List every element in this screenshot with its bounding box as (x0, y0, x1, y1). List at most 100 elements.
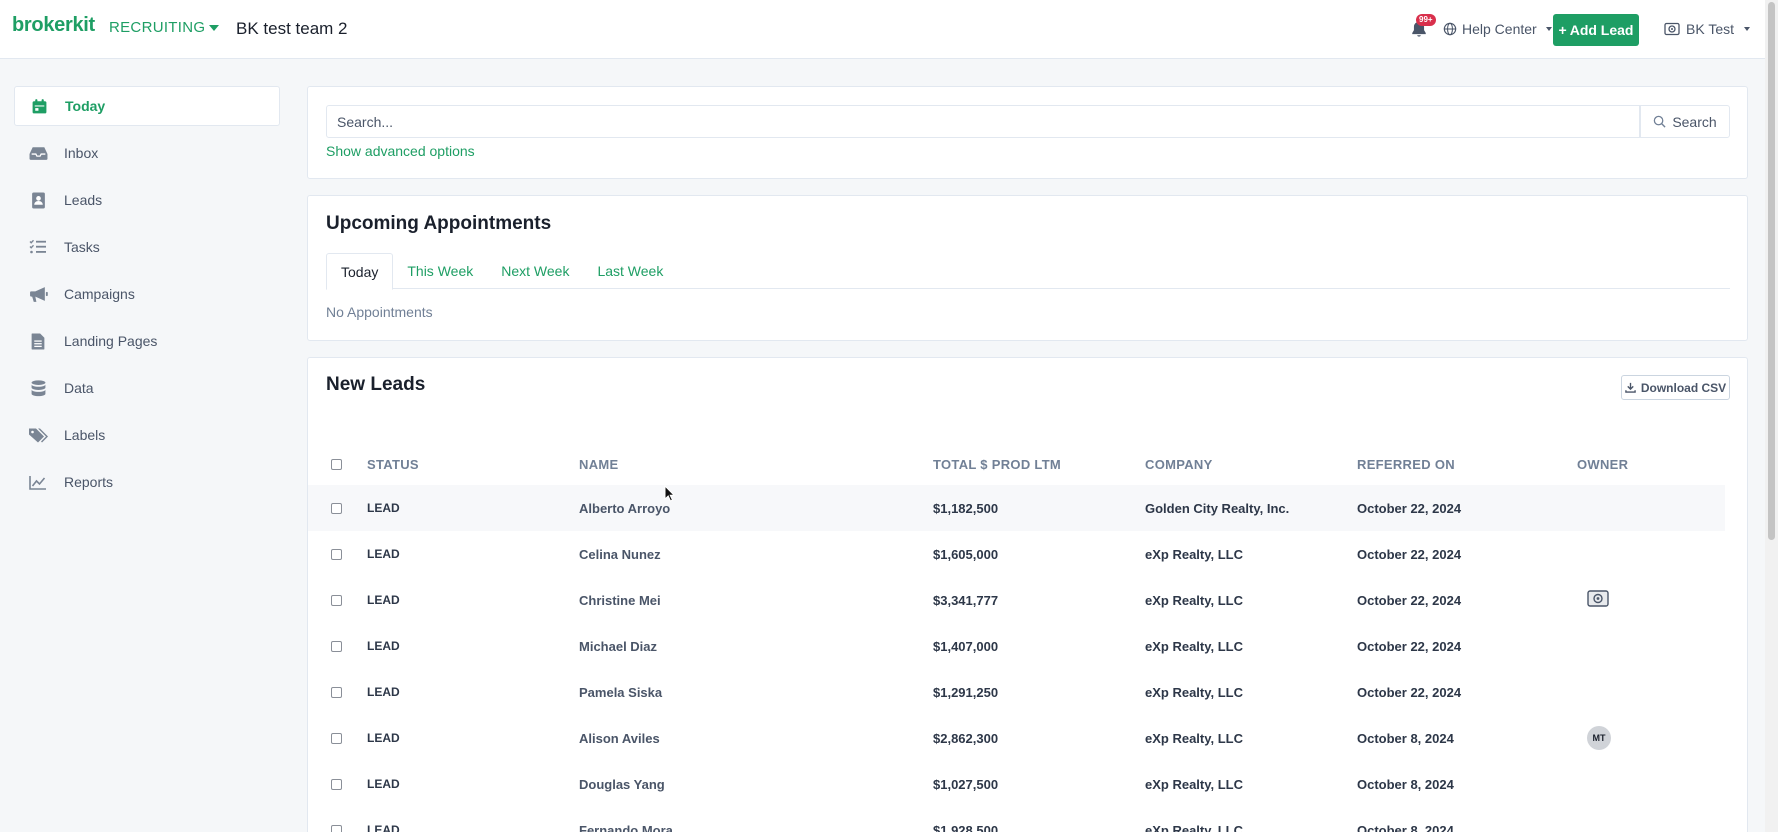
company-cell: Golden City Realty, Inc. (1145, 500, 1290, 516)
sidebar-item-inbox[interactable]: Inbox (14, 133, 280, 173)
total-cell: $1,291,250 (933, 684, 999, 700)
total-cell: $3,341,777 (933, 592, 999, 608)
column-header-total[interactable]: TOTAL $ PROD LTM (933, 457, 1145, 472)
referred-cell: October 22, 2024 (1357, 638, 1462, 654)
top-navbar: brokerkit RECRUITING BK test team 2 99+ … (0, 0, 1765, 59)
table-row[interactable]: LEAD Pamela Siska $1,291,250 eXp Realty,… (308, 669, 1725, 715)
table-row[interactable]: LEAD Alberto Arroyo $1,182,500 Golden Ci… (308, 485, 1725, 531)
referred-cell: October 22, 2024 (1357, 592, 1462, 608)
new-leads-card: New Leads Download CSV STATUS NAME TOTAL… (307, 357, 1748, 832)
row-checkbox[interactable] (331, 548, 342, 560)
appointments-tabs: Today This Week Next Week Last Week (326, 253, 1730, 290)
lead-name-link[interactable]: Christine Mei (579, 593, 933, 608)
inbox-icon (28, 143, 48, 163)
search-input[interactable] (326, 105, 1640, 138)
notification-badge: 99+ (1416, 14, 1436, 26)
table-row[interactable]: LEAD Alison Aviles $2,862,300 eXp Realty… (308, 715, 1725, 761)
leads-table-header: STATUS NAME TOTAL $ PROD LTM COMPANY REF… (308, 443, 1725, 485)
column-header-owner[interactable]: OWNER (1577, 457, 1725, 472)
lead-name-link[interactable]: Fernando Mora (579, 823, 933, 832)
row-checkbox[interactable] (331, 686, 342, 698)
referred-cell: October 8, 2024 (1357, 730, 1454, 746)
help-center-label: Help Center (1462, 21, 1537, 37)
sidebar-item-today[interactable]: Today (14, 86, 280, 126)
sidebar-item-label: Campaigns (64, 286, 135, 302)
referred-cell: October 8, 2024 (1357, 822, 1454, 832)
row-checkbox[interactable] (331, 732, 342, 744)
lead-name-link[interactable]: Celina Nunez (579, 547, 933, 562)
table-row[interactable]: LEAD Fernando Mora $1,928,500 eXp Realty… (308, 807, 1725, 832)
scrollbar-thumb[interactable] (1768, 2, 1775, 540)
row-checkbox[interactable] (331, 824, 342, 832)
module-dropdown[interactable]: RECRUITING (109, 19, 220, 36)
table-row[interactable]: LEAD Michael Diaz $1,407,000 eXp Realty,… (308, 623, 1725, 669)
company-cell: eXp Realty, LLC (1145, 776, 1244, 792)
sidebar-item-labels[interactable]: Labels (14, 415, 280, 455)
company-cell: eXp Realty, LLC (1145, 730, 1244, 746)
row-checkbox[interactable] (331, 594, 342, 606)
company-cell: eXp Realty, LLC (1145, 684, 1244, 700)
lead-name-link[interactable]: Michael Diaz (579, 639, 933, 654)
lead-name-link[interactable]: Alberto Arroyo (579, 501, 933, 516)
search-button[interactable]: Search (1640, 105, 1730, 138)
sidebar-item-campaigns[interactable]: Campaigns (14, 274, 280, 314)
referred-cell: October 22, 2024 (1357, 500, 1462, 516)
new-leads-title: New Leads (326, 374, 426, 395)
sidebar-item-landing-pages[interactable]: Landing Pages (14, 321, 280, 361)
lead-name-link[interactable]: Pamela Siska (579, 685, 933, 700)
sidebar-nav: Today Inbox Leads Tasks Campaigns Landin… (14, 86, 280, 509)
column-header-company[interactable]: COMPANY (1145, 457, 1357, 472)
advanced-options-link[interactable]: Show advanced options (326, 143, 475, 159)
lead-name-link[interactable]: Douglas Yang (579, 777, 933, 792)
download-csv-button[interactable]: Download CSV (1621, 375, 1730, 400)
sidebar-item-reports[interactable]: Reports (14, 462, 280, 502)
referred-cell: October 22, 2024 (1357, 684, 1462, 700)
team-name: BK test team 2 (236, 19, 348, 38)
select-all-checkbox[interactable] (331, 458, 342, 470)
column-header-name[interactable]: NAME (579, 457, 933, 472)
add-lead-button[interactable]: + Add Lead (1553, 14, 1639, 46)
row-checkbox[interactable] (331, 778, 342, 790)
column-header-referred[interactable]: REFERRED ON (1357, 457, 1577, 472)
download-csv-label: Download CSV (1640, 380, 1727, 395)
sidebar-item-label: Reports (64, 474, 114, 490)
database-icon (28, 378, 48, 398)
status-cell: LEAD (367, 685, 400, 699)
table-row[interactable]: LEAD Celina Nunez $1,605,000 eXp Realty,… (308, 531, 1725, 577)
company-cell: eXp Realty, LLC (1145, 592, 1244, 608)
row-checkbox[interactable] (331, 502, 342, 514)
sidebar-item-label: Landing Pages (64, 333, 158, 349)
help-center-dropdown[interactable]: Help Center (1443, 21, 1552, 37)
page-scrollbar[interactable] (1765, 0, 1778, 832)
tab-last-week[interactable]: Last Week (583, 253, 677, 289)
robot-avatar-icon[interactable] (1587, 589, 1609, 608)
owner-avatar[interactable]: MT (1587, 726, 1611, 750)
column-header-status[interactable]: STATUS (367, 457, 579, 472)
contact-book-icon (28, 190, 48, 210)
chevron-down-icon (209, 25, 220, 32)
lead-name-link[interactable]: Alison Aviles (579, 731, 933, 746)
sidebar-item-data[interactable]: Data (14, 368, 280, 408)
sidebar-item-tasks[interactable]: Tasks (14, 227, 280, 267)
tab-next-week[interactable]: Next Week (487, 253, 583, 289)
user-name: BK Test (1686, 21, 1734, 37)
task-list-icon (28, 237, 48, 257)
table-row[interactable]: LEAD Christine Mei $3,341,777 eXp Realty… (308, 577, 1725, 623)
no-appointments-text: No Appointments (326, 304, 433, 320)
owner-cell: MT (1577, 726, 1725, 750)
tab-this-week[interactable]: This Week (393, 253, 487, 289)
mouse-cursor-icon (664, 485, 676, 502)
row-checkbox[interactable] (331, 640, 342, 652)
brokerkit-logo[interactable]: brokerkit (12, 14, 95, 37)
table-row[interactable]: LEAD Douglas Yang $1,027,500 eXp Realty,… (308, 761, 1725, 807)
sidebar-item-leads[interactable]: Leads (14, 180, 280, 220)
appointments-title: Upcoming Appointments (326, 213, 552, 234)
tab-today[interactable]: Today (326, 253, 394, 290)
status-cell: LEAD (367, 731, 400, 745)
company-cell: eXp Realty, LLC (1145, 546, 1244, 562)
total-cell: $1,928,500 (933, 822, 999, 832)
add-lead-label: Add Lead (1569, 22, 1634, 38)
user-menu[interactable]: BK Test (1664, 21, 1750, 37)
status-cell: LEAD (367, 593, 400, 607)
chevron-down-icon (1744, 27, 1750, 31)
